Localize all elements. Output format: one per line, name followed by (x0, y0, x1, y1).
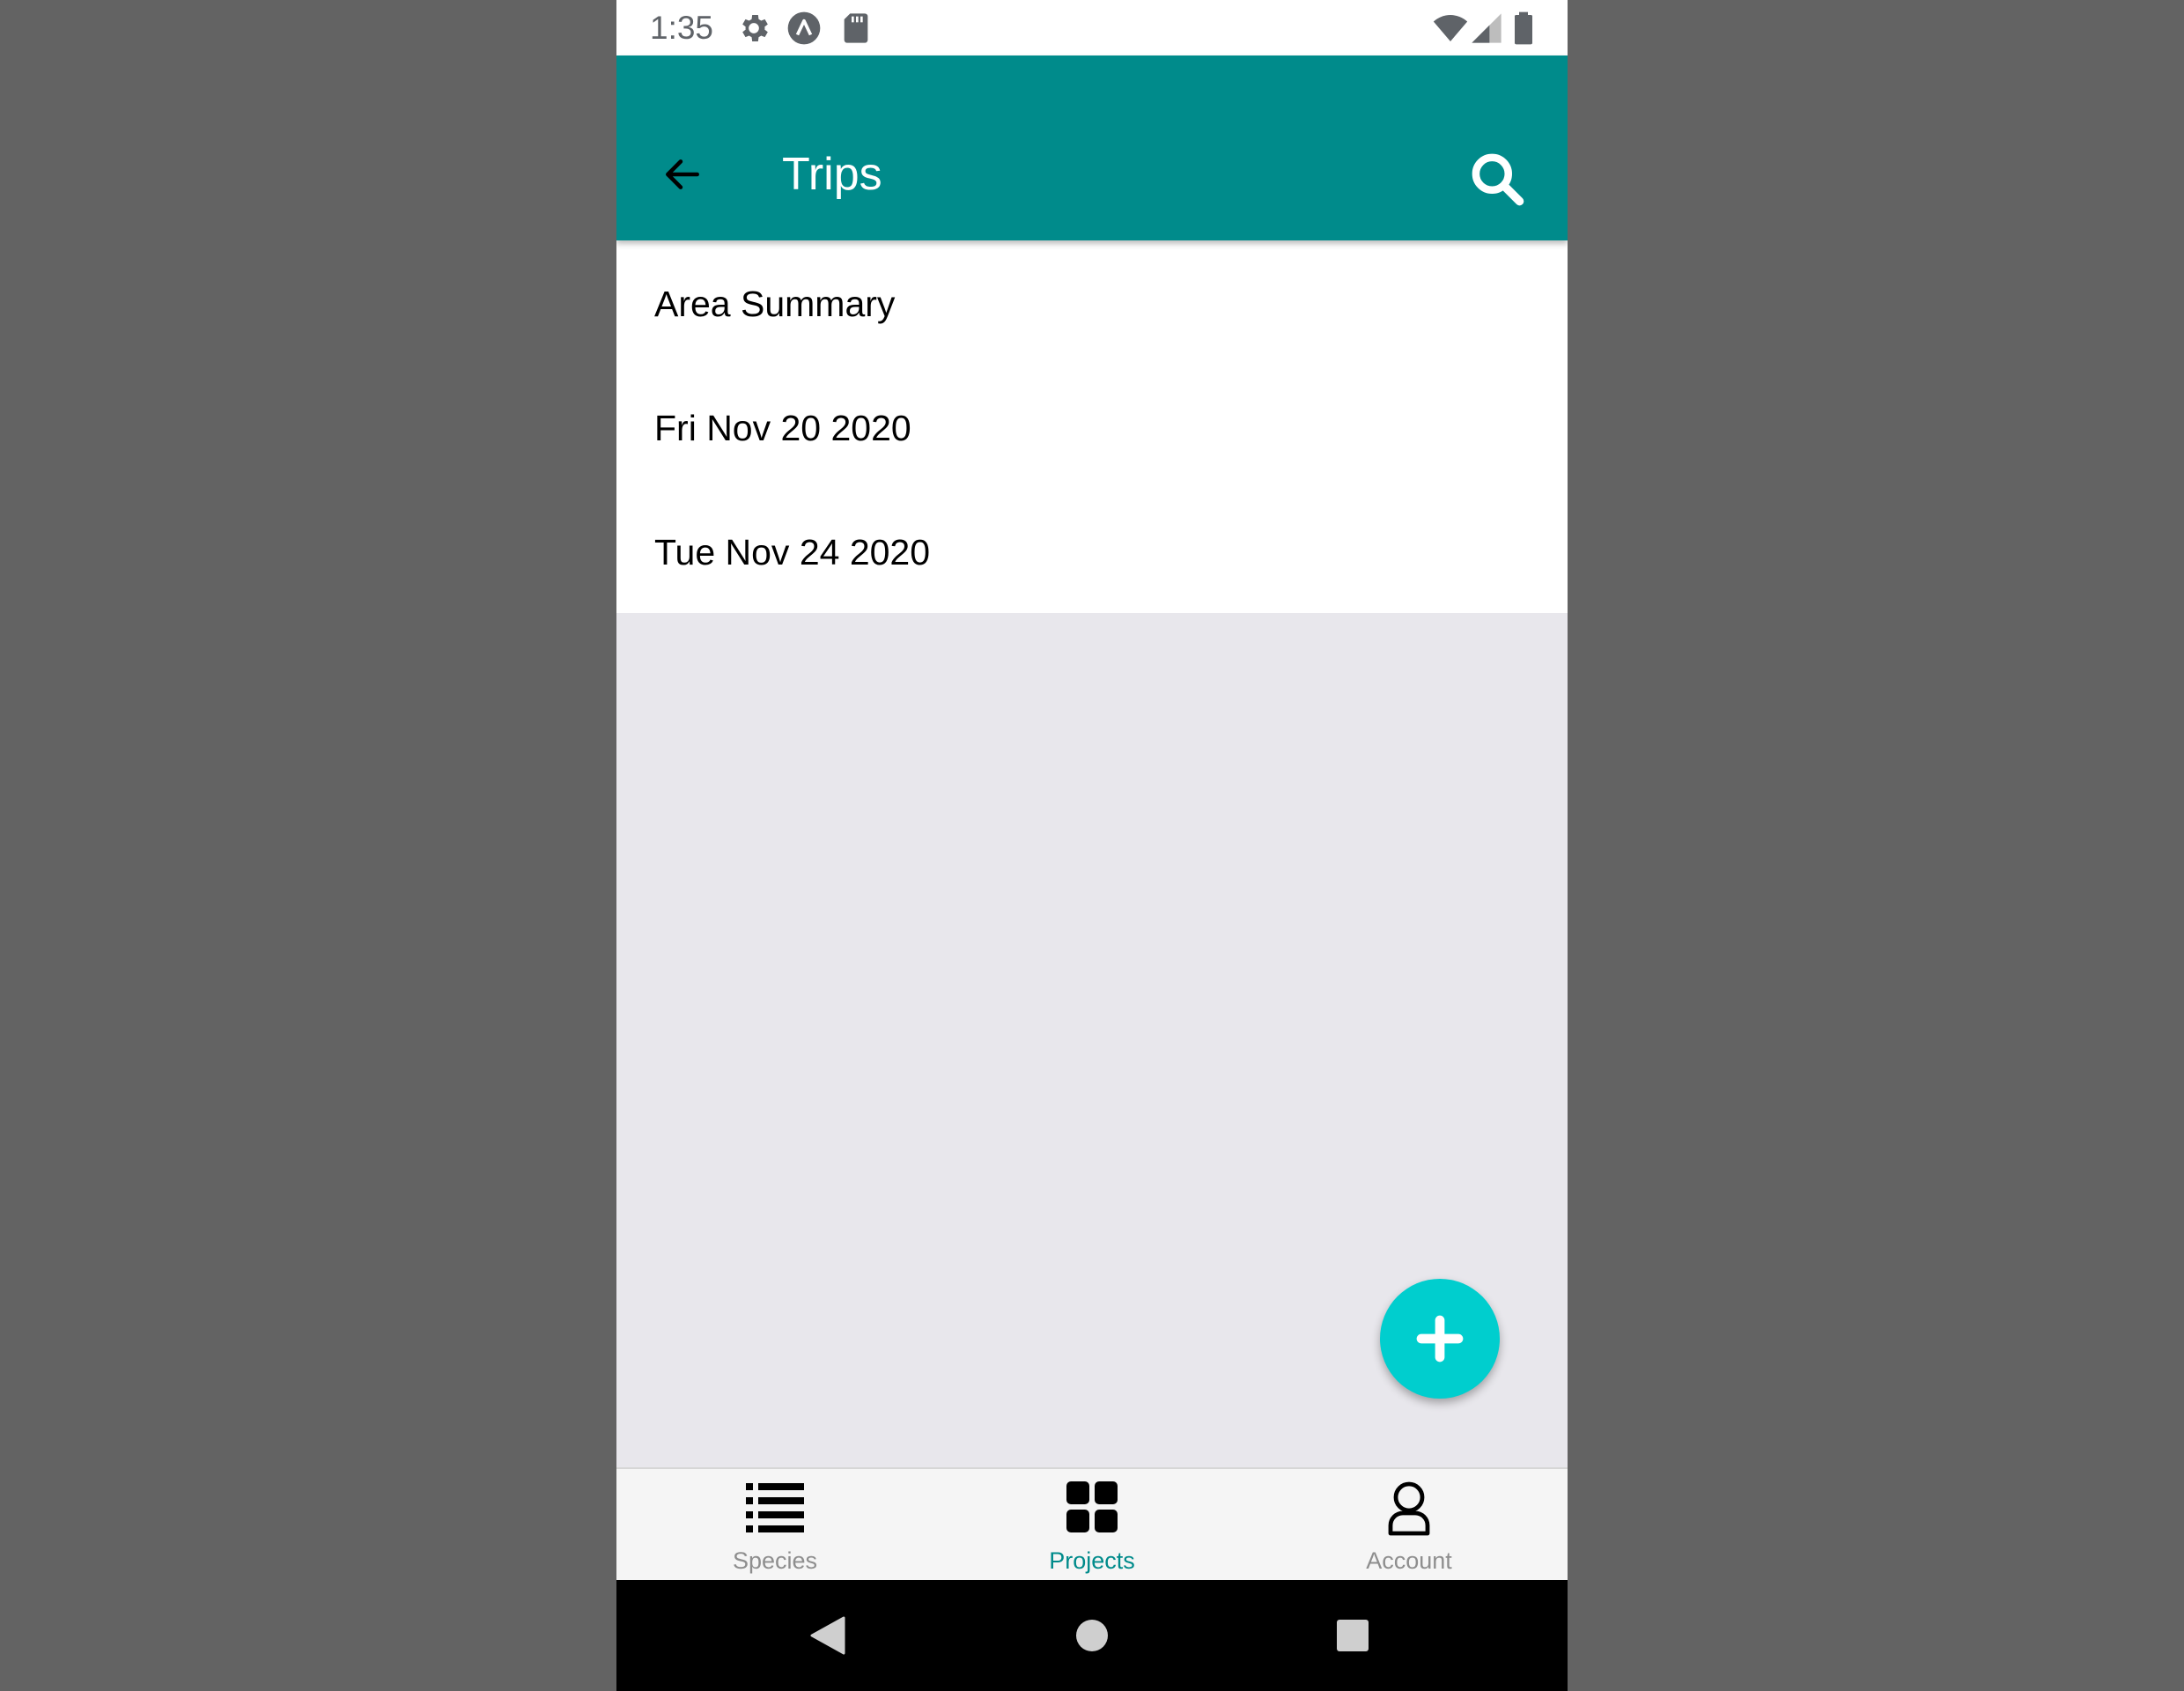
nav-home-button[interactable] (1066, 1609, 1118, 1662)
app-notification-icon (787, 11, 821, 45)
list-item[interactable]: Area Summary (616, 240, 1568, 365)
recents-square-icon (1337, 1620, 1369, 1651)
list-item-label: Area Summary (654, 284, 896, 324)
arrow-left-icon (666, 159, 699, 189)
trip-list: Area Summary Fri Nov 20 2020 Tue Nov 24 … (616, 240, 1568, 613)
tab-account[interactable]: Account (1251, 1469, 1568, 1580)
battery-icon (1515, 11, 1532, 45)
status-bar: 1:35 (616, 0, 1568, 55)
nav-back-button[interactable] (801, 1609, 854, 1662)
plus-icon (1416, 1315, 1464, 1362)
tab-label-projects: Projects (1049, 1547, 1135, 1574)
signal-icon (1472, 13, 1502, 43)
home-circle-icon (1076, 1620, 1108, 1651)
status-time: 1:35 (650, 10, 714, 46)
app-bar: Trips (616, 55, 1568, 240)
search-button[interactable] (1462, 144, 1532, 214)
tab-label-species: Species (732, 1547, 818, 1574)
system-nav-bar (616, 1580, 1568, 1691)
search-icon (1472, 153, 1524, 206)
settings-icon (742, 15, 768, 41)
user-icon (1388, 1481, 1430, 1536)
sd-card-icon (844, 13, 868, 43)
grid-icon (1066, 1481, 1118, 1532)
tab-label-account: Account (1366, 1547, 1452, 1574)
nav-recents-button[interactable] (1326, 1609, 1379, 1662)
list-item[interactable]: Fri Nov 20 2020 (616, 365, 1568, 489)
list-item[interactable]: Tue Nov 24 2020 (616, 489, 1568, 613)
tab-projects[interactable]: Projects (933, 1469, 1251, 1580)
list-icon (746, 1483, 804, 1532)
back-triangle-icon (810, 1616, 845, 1655)
phone-screen: 1:35 Trips Area Summary Fri Nov 20 2020 … (616, 0, 1568, 1691)
list-item-label: Fri Nov 20 2020 (654, 408, 911, 448)
back-button[interactable] (652, 144, 713, 205)
add-trip-button[interactable] (1380, 1279, 1500, 1399)
wifi-icon (1433, 15, 1468, 41)
list-item-label: Tue Nov 24 2020 (654, 532, 931, 572)
bottom-tab-bar: Species Projects Account (616, 1467, 1568, 1580)
tab-species[interactable]: Species (616, 1469, 933, 1580)
page-title: Trips (782, 149, 882, 200)
